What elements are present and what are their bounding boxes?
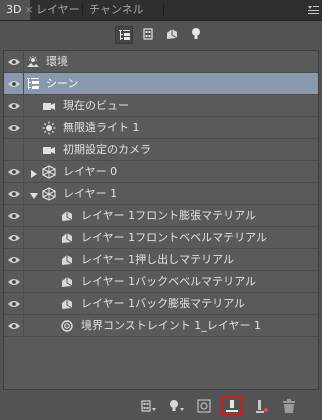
- row-label: レイヤー 1バック膨張マテリアル: [81, 297, 246, 310]
- mesh-icon: [42, 187, 56, 201]
- row-label: 環境: [46, 55, 68, 68]
- list-item[interactable]: レイヤー 1フロント膨張マテリアル: [4, 205, 318, 227]
- row-label: 無限遠ライト 1: [63, 121, 140, 134]
- tab-3d-label: 3D: [6, 3, 22, 16]
- material-icon: [60, 275, 74, 289]
- list-item[interactable]: レイヤー 1バックベベルマテリアル: [4, 271, 318, 293]
- row-label: レイヤー 1フロント膨張マテリアル: [81, 209, 257, 222]
- row-label: シーン: [46, 77, 79, 90]
- visibility-eye-icon[interactable]: [4, 293, 24, 314]
- panel-tab-bar: 3D × レイヤー チャンネル: [0, 0, 322, 21]
- visibility-eye-icon[interactable]: [4, 271, 24, 292]
- tab-channels-label: チャンネル: [89, 3, 144, 16]
- panel-menu-icon[interactable]: [307, 4, 319, 16]
- constraint-icon: [60, 319, 74, 333]
- visibility-eye-icon[interactable]: [4, 227, 24, 248]
- expand-triangle-icon[interactable]: [30, 168, 38, 178]
- tab-layers[interactable]: レイヤー: [30, 0, 86, 20]
- visibility-eye-icon[interactable]: [4, 73, 24, 94]
- list-item[interactable]: 初期設定のカメラ: [4, 139, 318, 161]
- list-item[interactable]: 境界コンストレイント 1_レイヤー 1: [4, 315, 318, 337]
- list-item[interactable]: レイヤー 1押し出しマテリアル: [4, 249, 318, 271]
- material-icon: [60, 297, 74, 311]
- visibility-eye-icon[interactable]: [4, 161, 24, 182]
- list-item[interactable]: レイヤー 0: [4, 161, 318, 183]
- visibility-eye-icon[interactable]: [4, 205, 24, 226]
- row-label: レイヤー 1フロントベベルマテリアル: [81, 231, 268, 244]
- mesh-icon: [42, 165, 56, 179]
- row-label: 境界コンストレイント 1_レイヤー 1: [81, 319, 261, 332]
- list-item[interactable]: 無限遠ライト 1: [4, 117, 318, 139]
- visibility-eye-icon[interactable]: [4, 249, 24, 270]
- tab-layers-label: レイヤー: [36, 3, 80, 16]
- camera-icon: [42, 143, 56, 157]
- row-label: レイヤー 0: [63, 165, 118, 178]
- visibility-eye-icon[interactable]: [4, 183, 24, 204]
- visibility-eye-icon[interactable]: [4, 117, 24, 138]
- add-light-dropdown-icon[interactable]: [168, 397, 186, 415]
- row-label: 初期設定のカメラ: [63, 143, 151, 156]
- add-constraint-icon[interactable]: [195, 397, 213, 415]
- collapse-triangle-icon[interactable]: [30, 190, 38, 199]
- list-item-selected[interactable]: シーン: [4, 73, 318, 95]
- add-mesh-dropdown-icon[interactable]: [140, 397, 158, 415]
- materials-icon[interactable]: [164, 26, 182, 44]
- visibility-eye-icon[interactable]: [4, 315, 24, 336]
- add-light-icon[interactable]: [253, 397, 271, 415]
- list-item[interactable]: レイヤー 1: [4, 183, 318, 205]
- visibility-eye-icon[interactable]: [4, 95, 24, 116]
- visibility-eye-icon[interactable]: [4, 139, 24, 160]
- environment-icon: [26, 55, 40, 69]
- delete-icon[interactable]: [280, 397, 298, 415]
- scene-icon: [26, 77, 40, 91]
- visibility-eye-icon[interactable]: [4, 51, 24, 72]
- meshes-icon[interactable]: [140, 26, 158, 44]
- bottom-toolbar: [0, 392, 322, 420]
- tab-channels[interactable]: チャンネル: [83, 0, 150, 20]
- material-icon: [60, 209, 74, 223]
- row-label: 現在のビュー: [63, 99, 129, 112]
- row-label: レイヤー 1バックベベルマテリアル: [81, 275, 257, 288]
- whole-scene-icon[interactable]: [115, 26, 133, 44]
- list-item[interactable]: レイヤー 1フロントベベルマテリアル: [4, 227, 318, 249]
- tab-3d[interactable]: 3D ×: [0, 0, 34, 20]
- tab-divider: [163, 3, 164, 17]
- material-icon: [60, 231, 74, 245]
- row-label: レイヤー 1: [63, 187, 118, 200]
- list-item[interactable]: 環境: [4, 51, 318, 73]
- filter-toolbar: [0, 21, 322, 49]
- list-item[interactable]: レイヤー 1バック膨張マテリアル: [4, 293, 318, 315]
- material-icon: [60, 253, 74, 267]
- camera-icon: [42, 99, 56, 113]
- light-icon: [42, 121, 56, 135]
- list-item[interactable]: 現在のビュー: [4, 95, 318, 117]
- lights-icon[interactable]: [188, 26, 206, 44]
- drop-to-ground-icon[interactable]: [221, 396, 243, 416]
- scene-tree: 環境 シーン 現在のビュー 無限遠ライト 1 初期設定のカメラ レイヤー 0 レ…: [3, 50, 319, 390]
- row-label: レイヤー 1押し出しマテリアル: [81, 253, 235, 266]
